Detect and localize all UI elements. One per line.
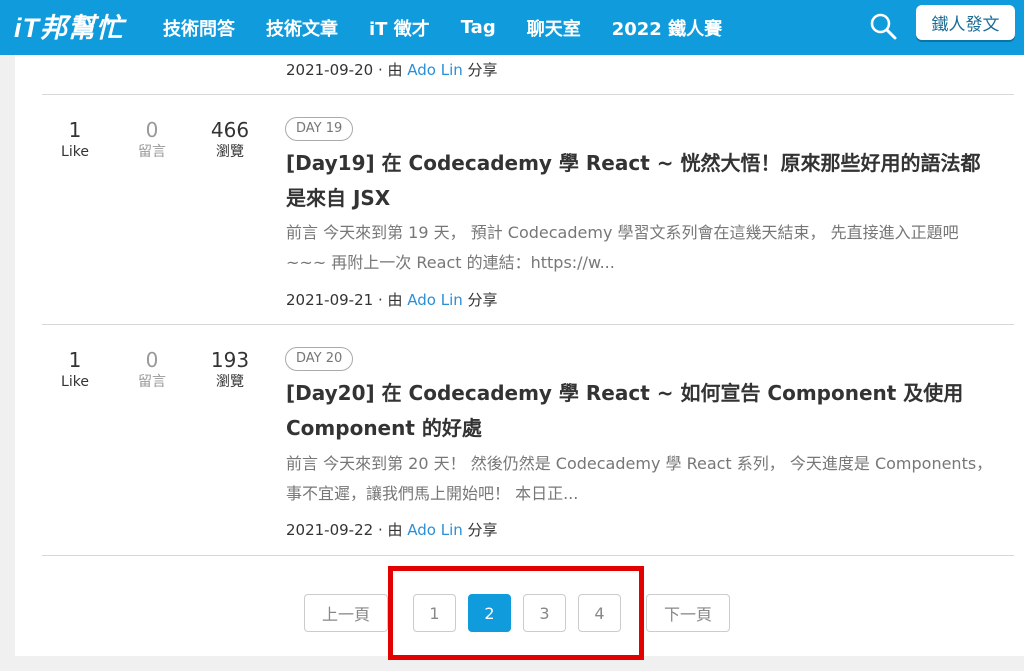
view-label: 瀏覽 bbox=[216, 374, 244, 390]
comment-label: 留言 bbox=[138, 144, 166, 160]
nav-item-jobs[interactable]: iT 徵才 bbox=[369, 15, 430, 41]
highlight-annotation bbox=[388, 566, 644, 660]
meta-suffix: 分享 bbox=[462, 61, 498, 79]
view-number: 466 bbox=[210, 118, 250, 142]
day-badge[interactable]: DAY 19 bbox=[285, 117, 354, 141]
post-excerpt: 前言 今天來到第 19 天， 預計 Codecademy 學習文系列會在這幾天結… bbox=[286, 223, 959, 272]
meta-separator: · 由 bbox=[373, 521, 408, 539]
post-title-link[interactable]: [Day20] 在 Codecademy 學 React ~ 如何宣告 Comp… bbox=[286, 376, 996, 446]
prev-post-meta: 2021-09-20 · 由 Ado Lin 分享 bbox=[286, 59, 498, 80]
meta-suffix: 分享 bbox=[462, 521, 498, 539]
like-label: Like bbox=[61, 144, 89, 160]
nav-item-tag[interactable]: Tag bbox=[461, 17, 496, 38]
post-meta: 2021-09-21 · 由 Ado Lin 分享 bbox=[286, 289, 498, 310]
like-count: 1 Like bbox=[40, 348, 110, 392]
top-navbar: iT邦幫忙 技術問答 技術文章 iT 徵才 Tag 聊天室 2022 鐵人賽 鐵… bbox=[0, 0, 1024, 55]
day-badge[interactable]: DAY 20 bbox=[285, 347, 354, 371]
divider bbox=[42, 94, 1014, 95]
author-link[interactable]: Ado Lin bbox=[407, 291, 463, 309]
divider bbox=[42, 555, 1014, 556]
post-title-link[interactable]: [Day19] 在 Codecademy 學 React ~ 恍然大悟！原來那些… bbox=[286, 146, 996, 216]
nav-item-qa[interactable]: 技術問答 bbox=[163, 15, 235, 41]
post-meta: 2021-09-22 · 由 Ado Lin 分享 bbox=[286, 519, 498, 540]
nav-item-articles[interactable]: 技術文章 bbox=[266, 15, 338, 41]
post-date: 2021-09-22 bbox=[286, 521, 374, 539]
author-link[interactable]: Ado Lin bbox=[407, 521, 463, 539]
author-link[interactable]: Ado Lin bbox=[407, 61, 463, 79]
ironman-post-button[interactable]: 鐵人發文 bbox=[916, 5, 1015, 40]
nav-item-chatroom[interactable]: 聊天室 bbox=[527, 15, 581, 41]
main-nav: 技術問答 技術文章 iT 徵才 Tag 聊天室 2022 鐵人賽 bbox=[163, 0, 753, 55]
like-number: 1 bbox=[68, 348, 82, 372]
comment-count: 0 留言 bbox=[117, 348, 187, 392]
divider bbox=[42, 324, 1014, 325]
comment-label: 留言 bbox=[138, 374, 166, 390]
post-excerpt: 前言 今天來到第 20 天！ 然後仍然是 Codecademy 學 React … bbox=[286, 454, 993, 503]
site-logo[interactable]: iT邦幫忙 bbox=[14, 6, 124, 45]
next-page-button[interactable]: 下一頁 bbox=[646, 594, 730, 632]
view-count: 466 瀏覽 bbox=[195, 118, 265, 162]
view-count: 193 瀏覽 bbox=[195, 348, 265, 392]
meta-separator: · 由 bbox=[373, 291, 408, 309]
comment-number: 0 bbox=[145, 348, 159, 372]
meta-separator: · 由 bbox=[373, 61, 408, 79]
prev-page-button[interactable]: 上一頁 bbox=[304, 594, 388, 632]
view-number: 193 bbox=[210, 348, 250, 372]
like-number: 1 bbox=[68, 118, 82, 142]
like-count: 1 Like bbox=[40, 118, 110, 162]
search-icon[interactable] bbox=[868, 11, 898, 41]
comment-count: 0 留言 bbox=[117, 118, 187, 162]
post-date: 2021-09-21 bbox=[286, 291, 374, 309]
post-date: 2021-09-20 bbox=[286, 61, 374, 79]
comment-number: 0 bbox=[145, 118, 159, 142]
view-label: 瀏覽 bbox=[216, 144, 244, 160]
like-label: Like bbox=[61, 374, 89, 390]
meta-suffix: 分享 bbox=[462, 291, 498, 309]
nav-item-ironman[interactable]: 2022 鐵人賽 bbox=[612, 15, 722, 41]
